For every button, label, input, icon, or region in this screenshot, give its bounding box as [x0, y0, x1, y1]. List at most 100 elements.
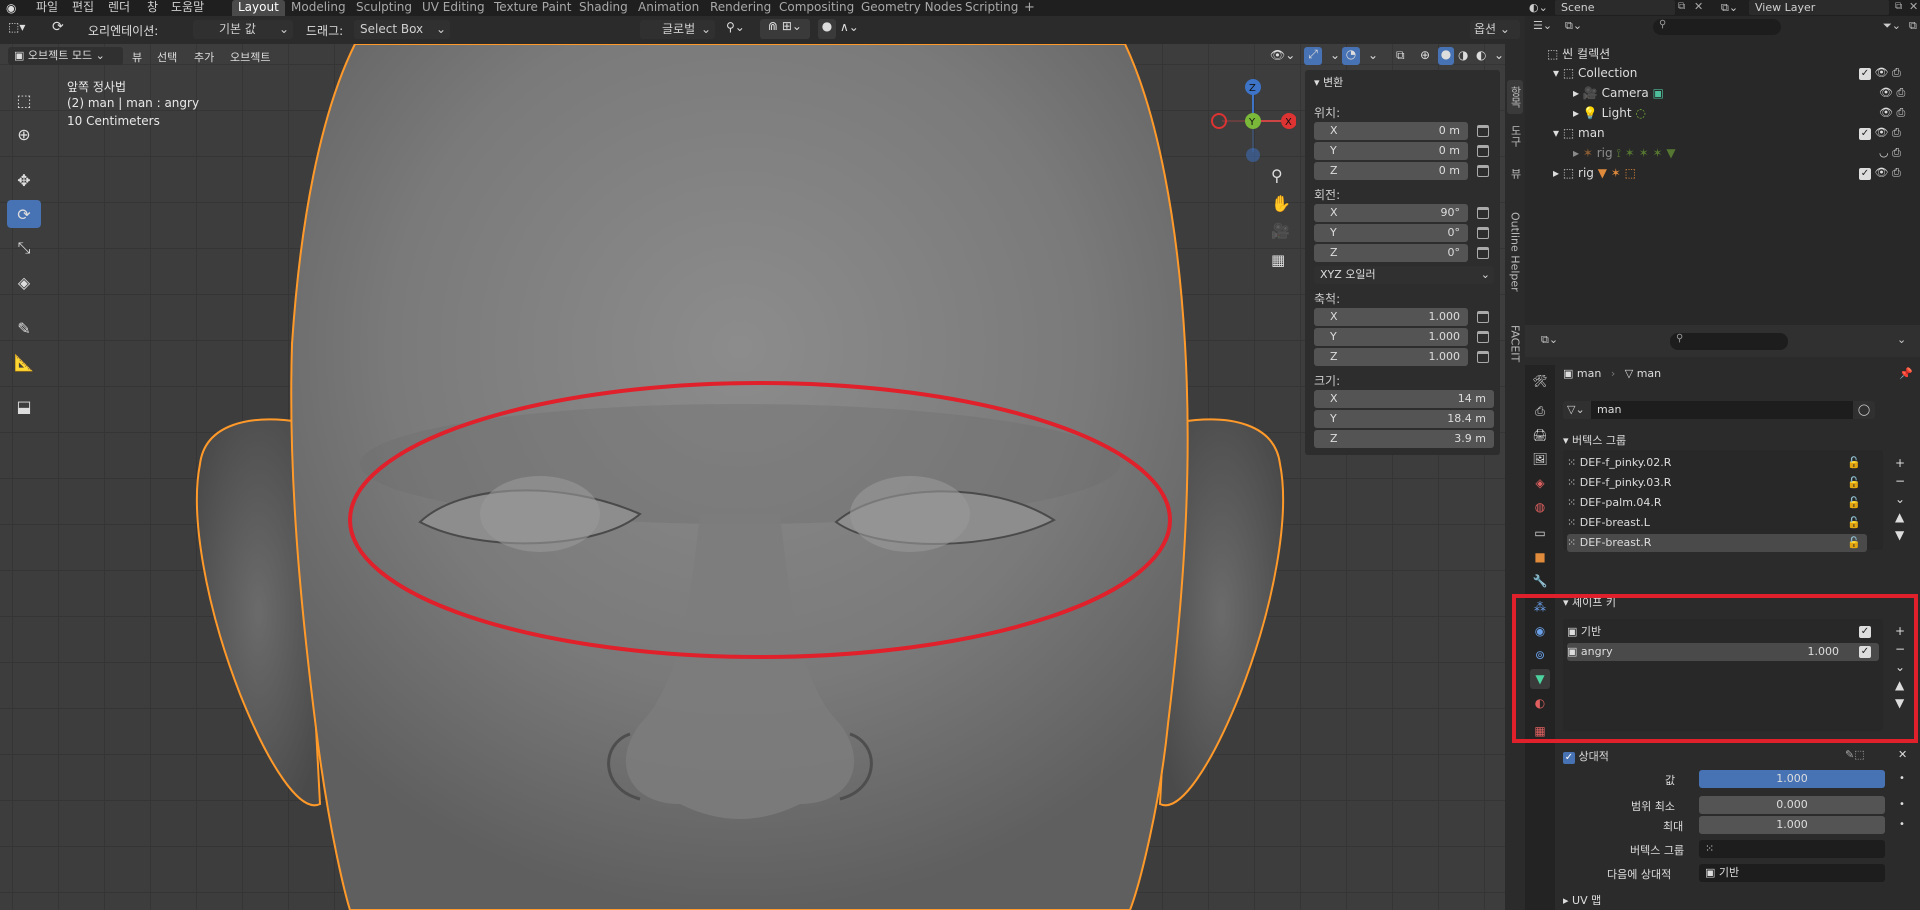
dimensions-y-field[interactable]: Y 18.4 m: [1314, 410, 1494, 428]
tool-properties-icon[interactable]: 🛠: [1530, 371, 1550, 391]
delete-view-layer-icon[interactable]: ✕: [1909, 0, 1918, 13]
relative-to-field[interactable]: ▣ 기반: [1699, 864, 1885, 882]
tab-geometry-nodes[interactable]: Geometry Nodes: [855, 0, 968, 16]
range-max-field[interactable]: 1.000: [1699, 816, 1885, 834]
outliner-rig[interactable]: ▸ ⬚ rig ▼ ✶ ⬚: [1553, 164, 1636, 182]
xray-icon[interactable]: ⧉: [1396, 48, 1405, 63]
active-tool-icon[interactable]: ⟳: [52, 19, 64, 35]
mesh-name-field[interactable]: man: [1591, 401, 1853, 419]
scene-properties-icon[interactable]: ◈: [1530, 473, 1550, 493]
mute-checkbox[interactable]: ✓: [1859, 626, 1871, 638]
uv-maps-header[interactable]: ▸ UV 맵: [1563, 892, 1601, 908]
display-mode-icon[interactable]: ⧉⌄: [1565, 19, 1582, 33]
breadcrumb-mesh[interactable]: man: [1637, 367, 1661, 380]
grid-view-icon[interactable]: ▦: [1271, 251, 1285, 269]
properties-editor-icon[interactable]: ⧉⌄: [1541, 333, 1558, 347]
object-properties-icon[interactable]: ■: [1530, 547, 1550, 567]
orientation-dropdown[interactable]: 기본 값 ⌄: [193, 20, 293, 39]
remove-shape-key-icon[interactable]: −: [1895, 640, 1905, 658]
clear-weights-icon[interactable]: ✕: [1898, 748, 1907, 761]
outliner-rig-child[interactable]: ▸ ✶ rig ⟟ ✶ ✶ ✶ ▼: [1573, 144, 1676, 162]
lock-icon[interactable]: [1477, 207, 1489, 219]
lock-icon[interactable]: 🔓: [1847, 514, 1861, 532]
blender-logo-icon[interactable]: ◉: [6, 1, 16, 15]
proportional-edit-icon[interactable]: ●: [818, 19, 836, 39]
tab-tool[interactable]: 도구: [1507, 119, 1523, 153]
cursor-icon[interactable]: ⊕: [7, 120, 41, 148]
mesh-data-properties-icon[interactable]: ▼: [1530, 669, 1550, 689]
list-item[interactable]: ⁙ DEF-f_pinky.02.R 🔓: [1567, 454, 1867, 472]
rotation-x-field[interactable]: X 90°: [1314, 204, 1468, 222]
scene-icon[interactable]: ◐⌄: [1529, 1, 1548, 14]
world-properties-icon[interactable]: ◍: [1530, 497, 1550, 517]
scale-y-field[interactable]: Y 1.000: [1314, 328, 1468, 346]
tab-sculpting[interactable]: Sculpting: [350, 0, 418, 16]
exclude-checkbox[interactable]: ✓: [1859, 68, 1871, 80]
view-layer-properties-icon[interactable]: 🖼: [1530, 449, 1550, 469]
outliner-editor-icon[interactable]: ☰⌄: [1533, 19, 1552, 32]
lock-icon[interactable]: [1477, 165, 1489, 177]
view-layer-icon[interactable]: ⧉⌄: [1721, 1, 1738, 15]
transform-orientation-dropdown[interactable]: 글로벌 ⌄: [640, 20, 715, 39]
list-item[interactable]: ⁙ DEF-palm.04.R 🔓: [1567, 494, 1867, 512]
vertex-group-field[interactable]: ⁙: [1699, 840, 1885, 858]
move-icon[interactable]: ✥: [7, 166, 41, 194]
menu-select[interactable]: 선택: [157, 49, 177, 65]
constraints-properties-icon[interactable]: ⊚: [1530, 645, 1550, 665]
value-slider[interactable]: 1.000: [1699, 770, 1885, 788]
keyframe-icon[interactable]: •: [1899, 819, 1905, 830]
list-item[interactable]: ⁙ DEF-breast.L 🔓: [1567, 514, 1867, 532]
mute-checkbox[interactable]: ✓: [1859, 646, 1871, 658]
3d-viewport[interactable]: ▣ 오브젝트 모드 ⌄ 뷰 선택 추가 오브젝트 👁⌄ ⤢ ⌄ ◔ ⌄ ⧉ ⊕ …: [0, 44, 1505, 910]
render-icon[interactable]: ⎙: [1896, 106, 1905, 119]
move-down-icon[interactable]: ▼: [1895, 694, 1905, 712]
fake-user-icon[interactable]: ◯: [1853, 401, 1875, 419]
editor-type-icon[interactable]: ⬚▾: [8, 20, 25, 34]
camera-view-icon[interactable]: 🎥: [1271, 222, 1290, 240]
eye-icon[interactable]: 👁: [1875, 126, 1889, 139]
texture-properties-icon[interactable]: ▦: [1530, 721, 1550, 741]
scale-x-field[interactable]: X 1.000: [1314, 308, 1468, 326]
render-icon[interactable]: ⎙: [1892, 146, 1901, 159]
output-properties-icon[interactable]: 🖨: [1530, 425, 1550, 445]
outliner-collection[interactable]: ▾ ⬚ Collection: [1553, 64, 1637, 82]
lock-icon[interactable]: [1477, 145, 1489, 157]
lock-icon[interactable]: [1477, 311, 1489, 323]
select-box-icon[interactable]: ⬚: [7, 86, 41, 114]
particles-properties-icon[interactable]: ⁂: [1530, 597, 1550, 617]
outliner-man[interactable]: ▾ ⬚ man: [1553, 124, 1605, 142]
lock-icon[interactable]: [1477, 227, 1489, 239]
pivot-icon[interactable]: ⚲⌄: [726, 20, 745, 34]
menu-window[interactable]: 창: [147, 0, 158, 16]
menu-object[interactable]: 오브젝트: [230, 49, 270, 65]
annotate-icon[interactable]: ✎: [7, 314, 41, 342]
overlay-icon[interactable]: ◔: [1342, 47, 1360, 65]
menu-render[interactable]: 렌더: [108, 0, 130, 16]
transform-icon[interactable]: ◈: [7, 268, 41, 296]
tab-faceit[interactable]: FACEIT: [1507, 316, 1523, 372]
tab-shading[interactable]: Shading: [573, 0, 634, 16]
remove-vertex-group-icon[interactable]: −: [1895, 472, 1905, 490]
list-item-selected[interactable]: ⁙ DEF-breast.R 🔓: [1567, 534, 1867, 552]
render-properties-icon[interactable]: ⎙: [1530, 401, 1550, 421]
transform-panel-header[interactable]: ▾ 변환: [1314, 74, 1343, 90]
modifier-properties-icon[interactable]: 🔧: [1530, 571, 1550, 591]
vertex-groups-header[interactable]: ▾ 버텍스 그룹: [1563, 432, 1626, 448]
render-icon[interactable]: ⎙: [1896, 86, 1905, 99]
lock-icon[interactable]: 🔓: [1847, 474, 1861, 492]
new-view-layer-icon[interactable]: ⧉: [1895, 1, 1902, 12]
lock-icon[interactable]: 🔓: [1847, 494, 1861, 512]
move-up-icon[interactable]: ▲: [1895, 508, 1905, 526]
list-item-selected[interactable]: ▣ angry 1.000 ✓: [1567, 643, 1879, 661]
shape-keys-list[interactable]: ▣ 기반 ✓ ▣ angry 1.000 ✓: [1563, 619, 1883, 731]
outliner-search-input[interactable]: ⚲: [1653, 19, 1781, 35]
material-shading-icon[interactable]: ◑: [1458, 48, 1468, 62]
visibility-icon[interactable]: 👁⌄: [1270, 48, 1295, 62]
wireframe-shading-icon[interactable]: ⊕: [1420, 48, 1430, 62]
scale-icon[interactable]: ⤡: [7, 234, 41, 262]
scene-selector[interactable]: Scene: [1555, 0, 1675, 15]
mode-dropdown[interactable]: ▣ 오브젝트 모드 ⌄: [8, 47, 123, 65]
exclude-checkbox[interactable]: ✓: [1859, 168, 1871, 180]
rendered-shading-icon[interactable]: ◐: [1476, 48, 1486, 62]
shape-key-value[interactable]: 1.000: [1808, 643, 1840, 661]
